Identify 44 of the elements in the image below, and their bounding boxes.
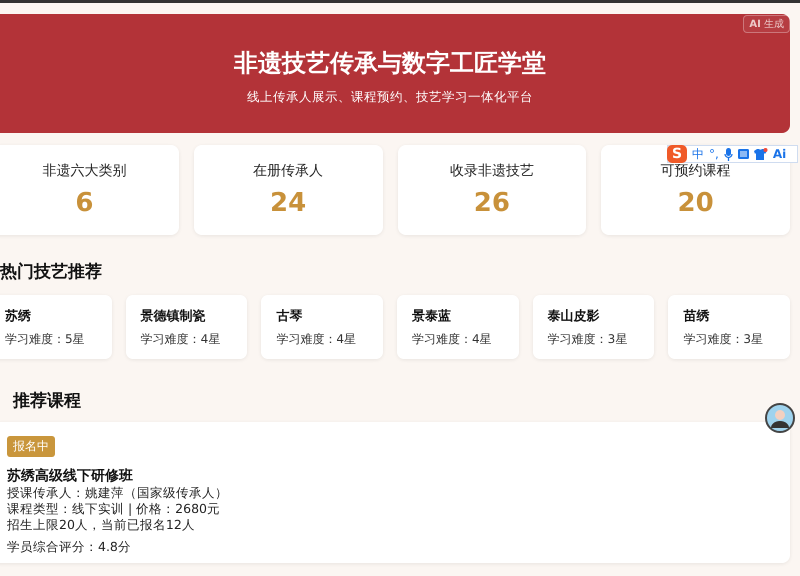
- stat-value: 26: [474, 188, 510, 218]
- skill-name: 苏绣: [5, 308, 31, 324]
- skill-name: 苗绣: [683, 308, 710, 324]
- stat-value: 6: [75, 188, 94, 218]
- status-tag: 报名中: [7, 436, 55, 457]
- avatar-icon[interactable]: [765, 403, 795, 433]
- course-rating: 学员综合评分：4.8分: [7, 539, 131, 555]
- site-subtitle: 线上传承人展示、课程预约、技艺学习一体化平台: [247, 89, 533, 106]
- skill-card[interactable]: 景德镇制瓷 学习难度：4星: [126, 295, 248, 359]
- input-mode-toggle[interactable]: 中: [692, 146, 704, 162]
- course-enrollment: 招生上限20人，当前已报名12人: [7, 517, 195, 533]
- section-title: 热门技艺推荐: [0, 261, 102, 283]
- skill-difficulty: 学习难度：4星: [276, 330, 356, 348]
- skill-card[interactable]: 古琴 学习难度：4星: [261, 295, 383, 359]
- skill-name: 古琴: [276, 308, 302, 324]
- microphone-icon[interactable]: [724, 148, 733, 160]
- skill-card[interactable]: 景泰蓝 学习难度：4星: [396, 295, 519, 359]
- skill-name: 泰山皮影: [548, 308, 600, 324]
- skill-name: 景泰蓝: [412, 308, 451, 324]
- punctuation-toggle[interactable]: °,: [709, 147, 719, 161]
- section-title: 推荐课程: [13, 390, 81, 412]
- keyboard-icon[interactable]: [738, 149, 749, 159]
- stat-label: 非遗六大类别: [42, 162, 126, 180]
- skill-difficulty: 学习难度：4星: [412, 330, 492, 348]
- skill-difficulty: 学习难度：3星: [548, 330, 628, 348]
- ai-assistant-button[interactable]: Ai: [772, 147, 786, 161]
- stat-label: 可预约课程: [660, 162, 731, 180]
- skill-name: 景德镇制瓷: [140, 308, 206, 324]
- course-teacher: 授课传承人：姚建萍（国家级传承人）: [7, 485, 228, 501]
- skill-difficulty: 学习难度：5星: [5, 330, 85, 348]
- course-type-price: 课程类型：线下实训 | 价格：2680元: [7, 501, 220, 517]
- stat-value: 24: [270, 188, 306, 218]
- skill-card[interactable]: 泰山皮影 学习难度：3星: [532, 295, 654, 359]
- shirt-icon[interactable]: [754, 148, 768, 160]
- stat-label: 收录非遗技艺: [450, 162, 534, 180]
- stat-value: 20: [678, 188, 714, 218]
- site-title: 非遗技艺传承与数字工匠学堂: [234, 48, 546, 79]
- stat-label: 在册传承人: [253, 162, 324, 180]
- course-name: 苏绣高级线下研修班: [7, 467, 133, 485]
- skill-card[interactable]: 苗绣 学习难度：3星: [668, 295, 790, 359]
- skill-difficulty: 学习难度：3星: [683, 330, 763, 348]
- skill-card[interactable]: 苏绣 学习难度：5星: [0, 295, 112, 359]
- ai-generated-badge: AI 生成: [743, 15, 790, 33]
- skill-difficulty: 学习难度：4星: [140, 330, 220, 348]
